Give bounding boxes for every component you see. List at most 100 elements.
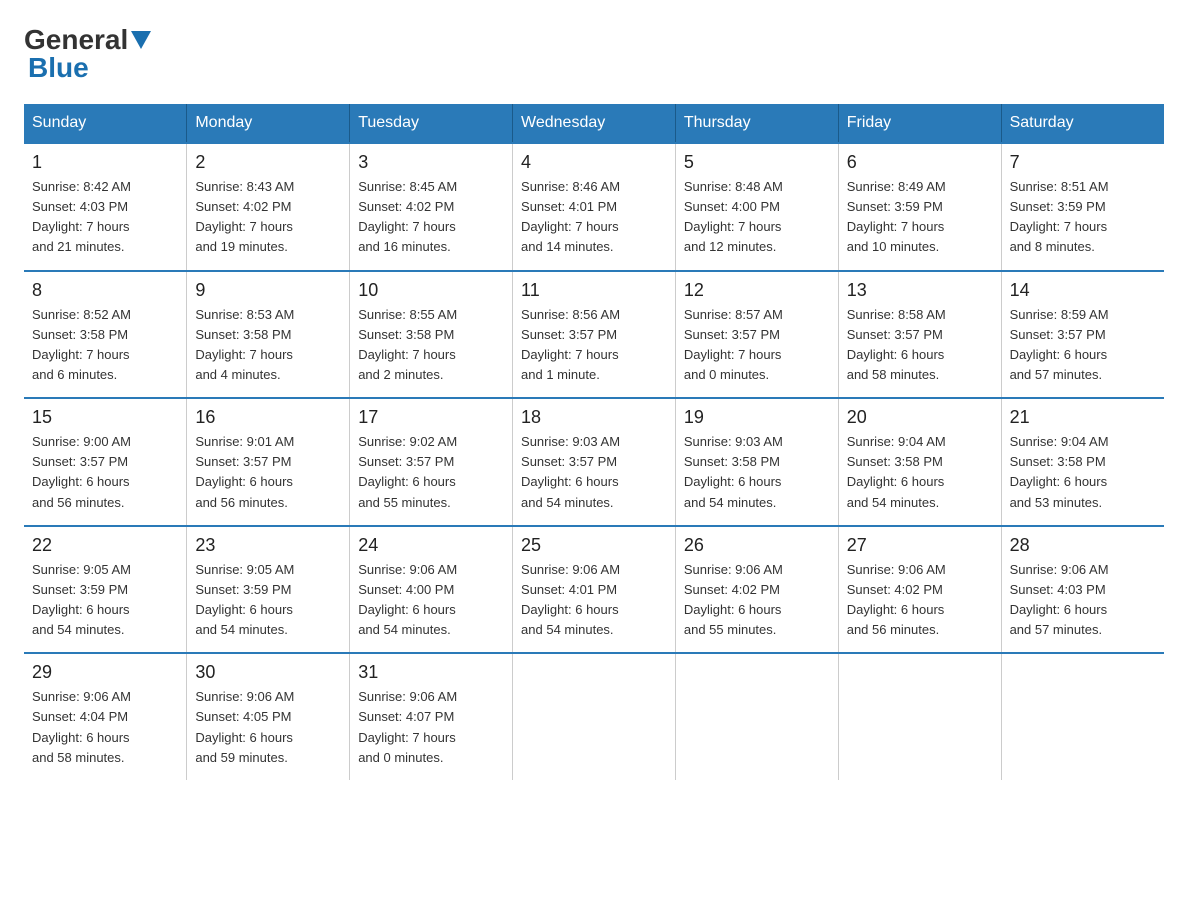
day-info: Sunrise: 9:03 AM Sunset: 3:58 PM Dayligh… — [684, 432, 830, 513]
day-number: 6 — [847, 152, 993, 173]
day-cell: 19 Sunrise: 9:03 AM Sunset: 3:58 PM Dayli… — [675, 398, 838, 526]
day-info: Sunrise: 8:51 AM Sunset: 3:59 PM Dayligh… — [1010, 177, 1156, 258]
day-number: 28 — [1010, 535, 1156, 556]
day-number: 24 — [358, 535, 504, 556]
day-cell: 1 Sunrise: 8:42 AM Sunset: 4:03 PM Daylig… — [24, 143, 187, 271]
day-number: 11 — [521, 280, 667, 301]
day-info: Sunrise: 8:57 AM Sunset: 3:57 PM Dayligh… — [684, 305, 830, 386]
week-row-4: 22 Sunrise: 9:05 AM Sunset: 3:59 PM Dayli… — [24, 526, 1164, 654]
col-header-monday: Monday — [187, 104, 350, 143]
day-number: 1 — [32, 152, 178, 173]
day-info: Sunrise: 9:01 AM Sunset: 3:57 PM Dayligh… — [195, 432, 341, 513]
logo-blue: Blue — [28, 52, 89, 83]
day-number: 10 — [358, 280, 504, 301]
day-cell: 12 Sunrise: 8:57 AM Sunset: 3:57 PM Dayli… — [675, 271, 838, 399]
day-info: Sunrise: 8:53 AM Sunset: 3:58 PM Dayligh… — [195, 305, 341, 386]
day-info: Sunrise: 8:43 AM Sunset: 4:02 PM Dayligh… — [195, 177, 341, 258]
day-info: Sunrise: 8:48 AM Sunset: 4:00 PM Dayligh… — [684, 177, 830, 258]
day-number: 16 — [195, 407, 341, 428]
day-info: Sunrise: 9:00 AM Sunset: 3:57 PM Dayligh… — [32, 432, 178, 513]
day-number: 26 — [684, 535, 830, 556]
day-number: 17 — [358, 407, 504, 428]
day-cell: 23 Sunrise: 9:05 AM Sunset: 3:59 PM Dayli… — [187, 526, 350, 654]
logo-triangle-icon — [128, 27, 154, 53]
day-cell: 27 Sunrise: 9:06 AM Sunset: 4:02 PM Dayli… — [838, 526, 1001, 654]
day-number: 21 — [1010, 407, 1156, 428]
day-info: Sunrise: 8:46 AM Sunset: 4:01 PM Dayligh… — [521, 177, 667, 258]
day-info: Sunrise: 8:55 AM Sunset: 3:58 PM Dayligh… — [358, 305, 504, 386]
day-cell: 30 Sunrise: 9:06 AM Sunset: 4:05 PM Dayli… — [187, 653, 350, 780]
day-info: Sunrise: 9:03 AM Sunset: 3:57 PM Dayligh… — [521, 432, 667, 513]
day-cell: 11 Sunrise: 8:56 AM Sunset: 3:57 PM Dayli… — [513, 271, 676, 399]
day-cell: 10 Sunrise: 8:55 AM Sunset: 3:58 PM Dayli… — [350, 271, 513, 399]
day-cell: 20 Sunrise: 9:04 AM Sunset: 3:58 PM Dayli… — [838, 398, 1001, 526]
day-cell: 16 Sunrise: 9:01 AM Sunset: 3:57 PM Dayli… — [187, 398, 350, 526]
day-cell: 25 Sunrise: 9:06 AM Sunset: 4:01 PM Dayli… — [513, 526, 676, 654]
day-info: Sunrise: 8:45 AM Sunset: 4:02 PM Dayligh… — [358, 177, 504, 258]
day-cell: 2 Sunrise: 8:43 AM Sunset: 4:02 PM Daylig… — [187, 143, 350, 271]
day-info: Sunrise: 9:04 AM Sunset: 3:58 PM Dayligh… — [847, 432, 993, 513]
day-number: 12 — [684, 280, 830, 301]
day-info: Sunrise: 9:05 AM Sunset: 3:59 PM Dayligh… — [32, 560, 178, 641]
day-number: 22 — [32, 535, 178, 556]
day-cell: 22 Sunrise: 9:05 AM Sunset: 3:59 PM Dayli… — [24, 526, 187, 654]
day-info: Sunrise: 8:56 AM Sunset: 3:57 PM Dayligh… — [521, 305, 667, 386]
day-number: 15 — [32, 407, 178, 428]
day-number: 25 — [521, 535, 667, 556]
day-info: Sunrise: 8:52 AM Sunset: 3:58 PM Dayligh… — [32, 305, 178, 386]
day-cell: 7Sunrise: 8:51 AM Sunset: 3:59 PM Daylig… — [1001, 143, 1164, 271]
col-header-tuesday: Tuesday — [350, 104, 513, 143]
day-number: 27 — [847, 535, 993, 556]
day-cell: 9 Sunrise: 8:53 AM Sunset: 3:58 PM Daylig… — [187, 271, 350, 399]
day-info: Sunrise: 8:42 AM Sunset: 4:03 PM Dayligh… — [32, 177, 178, 258]
day-number: 13 — [847, 280, 993, 301]
day-info: Sunrise: 8:58 AM Sunset: 3:57 PM Dayligh… — [847, 305, 993, 386]
col-header-thursday: Thursday — [675, 104, 838, 143]
week-row-2: 8Sunrise: 8:52 AM Sunset: 3:58 PM Daylig… — [24, 271, 1164, 399]
day-cell: 14 Sunrise: 8:59 AM Sunset: 3:57 PM Dayli… — [1001, 271, 1164, 399]
col-header-wednesday: Wednesday — [513, 104, 676, 143]
day-number: 18 — [521, 407, 667, 428]
day-cell: 8Sunrise: 8:52 AM Sunset: 3:58 PM Daylig… — [24, 271, 187, 399]
day-cell: 26 Sunrise: 9:06 AM Sunset: 4:02 PM Dayli… — [675, 526, 838, 654]
day-cell: 4 Sunrise: 8:46 AM Sunset: 4:01 PM Daylig… — [513, 143, 676, 271]
week-row-3: 15 Sunrise: 9:00 AM Sunset: 3:57 PM Dayli… — [24, 398, 1164, 526]
day-cell: 28Sunrise: 9:06 AM Sunset: 4:03 PM Dayli… — [1001, 526, 1164, 654]
day-number: 31 — [358, 662, 504, 683]
day-info: Sunrise: 8:59 AM Sunset: 3:57 PM Dayligh… — [1010, 305, 1156, 386]
day-cell — [1001, 653, 1164, 780]
day-cell: 18 Sunrise: 9:03 AM Sunset: 3:57 PM Dayli… — [513, 398, 676, 526]
day-number: 23 — [195, 535, 341, 556]
day-info: Sunrise: 9:06 AM Sunset: 4:05 PM Dayligh… — [195, 687, 341, 768]
day-number: 2 — [195, 152, 341, 173]
day-number: 19 — [684, 407, 830, 428]
day-number: 14 — [1010, 280, 1156, 301]
day-number: 30 — [195, 662, 341, 683]
day-number: 4 — [521, 152, 667, 173]
day-cell — [838, 653, 1001, 780]
day-info: Sunrise: 9:06 AM Sunset: 4:07 PM Dayligh… — [358, 687, 504, 768]
page-header: General Blue — [24, 24, 1164, 84]
day-number: 20 — [847, 407, 993, 428]
day-info: Sunrise: 9:06 AM Sunset: 4:00 PM Dayligh… — [358, 560, 504, 641]
day-info: Sunrise: 9:06 AM Sunset: 4:01 PM Dayligh… — [521, 560, 667, 641]
day-cell: 31 Sunrise: 9:06 AM Sunset: 4:07 PM Dayli… — [350, 653, 513, 780]
day-cell: 24 Sunrise: 9:06 AM Sunset: 4:00 PM Dayli… — [350, 526, 513, 654]
day-cell — [513, 653, 676, 780]
col-header-saturday: Saturday — [1001, 104, 1164, 143]
day-info: Sunrise: 9:06 AM Sunset: 4:02 PM Dayligh… — [847, 560, 993, 641]
day-info: Sunrise: 9:06 AM Sunset: 4:04 PM Dayligh… — [32, 687, 178, 768]
week-row-5: 29Sunrise: 9:06 AM Sunset: 4:04 PM Dayli… — [24, 653, 1164, 780]
day-cell: 6Sunrise: 8:49 AM Sunset: 3:59 PM Daylig… — [838, 143, 1001, 271]
logo: General Blue — [24, 24, 154, 84]
day-info: Sunrise: 9:02 AM Sunset: 3:57 PM Dayligh… — [358, 432, 504, 513]
col-header-sunday: Sunday — [24, 104, 187, 143]
day-cell — [675, 653, 838, 780]
day-info: Sunrise: 9:05 AM Sunset: 3:59 PM Dayligh… — [195, 560, 341, 641]
day-cell: 17 Sunrise: 9:02 AM Sunset: 3:57 PM Dayli… — [350, 398, 513, 526]
calendar-table: SundayMondayTuesdayWednesdayThursdayFrid… — [24, 104, 1164, 780]
col-header-friday: Friday — [838, 104, 1001, 143]
day-info: Sunrise: 9:06 AM Sunset: 4:02 PM Dayligh… — [684, 560, 830, 641]
day-cell: 5Sunrise: 8:48 AM Sunset: 4:00 PM Daylig… — [675, 143, 838, 271]
day-number: 9 — [195, 280, 341, 301]
